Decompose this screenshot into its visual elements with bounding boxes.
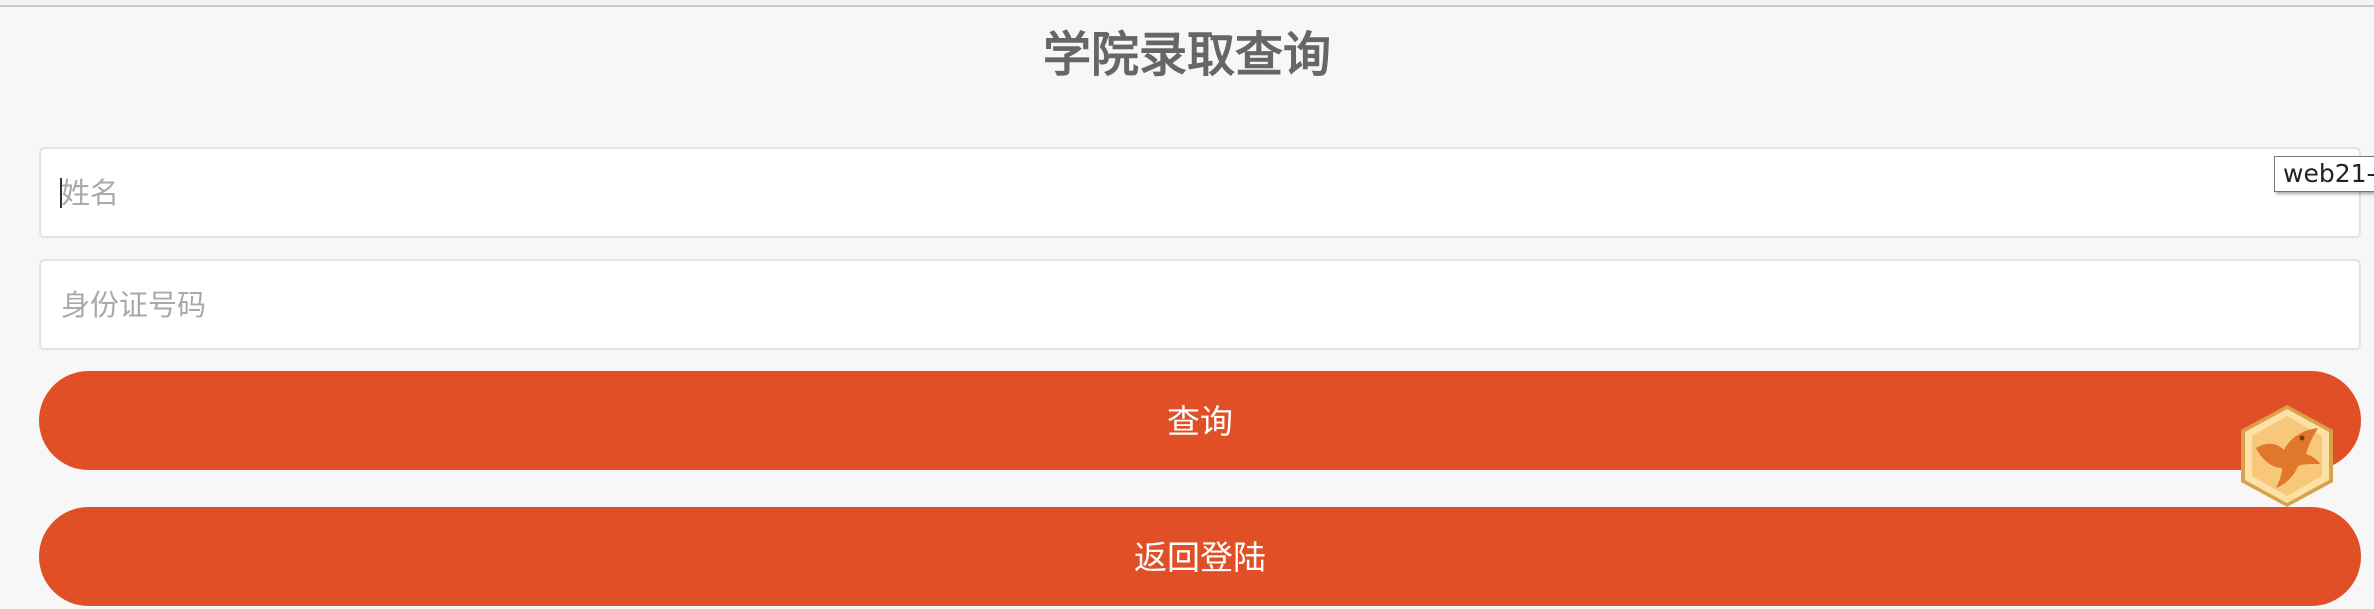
tooltip: web21-2 xyxy=(2274,156,2374,192)
bird-icon xyxy=(2241,405,2333,507)
name-input[interactable] xyxy=(39,147,2361,238)
back-to-login-button[interactable]: 返回登陆 xyxy=(39,507,2361,606)
text-caret xyxy=(60,178,62,208)
top-divider xyxy=(0,0,2374,7)
page: 学院录取查询 查询 返回登陆 web21-2 xyxy=(0,0,2374,609)
floating-assistant-widget[interactable] xyxy=(2236,402,2338,510)
page-title: 学院录取查询 xyxy=(1042,27,1331,83)
id-number-input[interactable] xyxy=(39,259,2361,350)
query-button[interactable]: 查询 xyxy=(39,371,2361,470)
